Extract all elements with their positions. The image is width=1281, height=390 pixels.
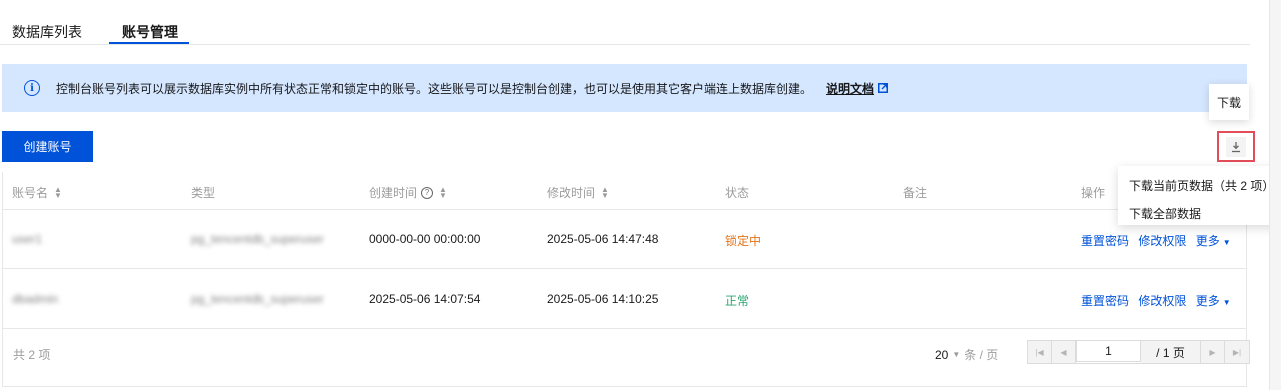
column-header-remark: 备注 [903,186,928,200]
tab-bar: 数据库列表 账号管理 [0,0,1250,45]
reset-password-link[interactable]: 重置密码 [1081,294,1129,308]
total-pages: / 1 页 [1141,341,1201,363]
column-header-status: 状态 [725,186,750,200]
scrollbar[interactable] [1269,0,1281,390]
info-icon: i [24,80,40,96]
download-menu: 下载当前页数据（共 2 项） 下载全部数据 [1118,166,1281,225]
modify-permission-link[interactable]: 修改权限 [1138,294,1186,308]
download-tooltip: 下载 [1209,84,1249,120]
tab-database-list[interactable]: 数据库列表 [12,22,82,42]
account-type: pg_tencentdb_superuser [191,292,324,306]
sort-icon[interactable]: ▲ ▼ [601,185,609,199]
status-badge: 正常 [725,294,750,308]
table-row: dbadmin pg_tencentdb_superuser 2025-05-0… [3,270,1246,329]
external-link-icon[interactable] [878,83,889,93]
modify-permission-link[interactable]: 修改权限 [1138,234,1186,248]
download-current-page-item[interactable]: 下载当前页数据（共 2 项） [1118,172,1281,200]
column-header-created[interactable]: 创建时间 ? ▲ ▼ [369,184,447,201]
column-header-ops: 操作 [1081,186,1106,200]
account-name: dbadmin [12,292,59,306]
pagination: |◀ ◀ / 1 页 ▶ ▶| [1027,340,1250,364]
account-table: 账号名 ▲ ▼ 类型 创建时间 ? ▲ ▼ 修改时间 ▲ ▼ 状态 备注 操作 use… [2,172,1250,387]
sort-icon[interactable]: ▲ ▼ [439,185,447,199]
page-size-select[interactable]: 20 ▼ 条 / 页 [935,346,998,363]
last-page-button[interactable]: ▶| [1225,341,1249,363]
first-page-button[interactable]: |◀ [1028,341,1052,363]
account-type: pg_tencentdb_superuser [191,232,324,246]
total-count: 共 2 项 [13,348,51,362]
table-footer: 共 2 项 20 ▼ 条 / 页 |◀ ◀ / 1 页 ▶ ▶| [3,330,1250,386]
page-number-input[interactable] [1076,340,1141,362]
row-actions: 重置密码 修改权限 更多 ▼ [1081,232,1231,249]
download-all-item[interactable]: 下载全部数据 [1118,200,1281,228]
notice-text: 控制台账号列表可以展示数据库实例中所有状态正常和锁定中的账号。这些账号可以是控制… [56,81,813,96]
column-header-modified[interactable]: 修改时间 ▲ ▼ [547,184,609,201]
docs-link[interactable]: 说明文档 [826,80,874,97]
created-time: 0000-00-00 00:00:00 [369,232,481,246]
active-tab-indicator [109,42,189,44]
create-account-button[interactable]: 创建账号 [2,131,93,162]
reset-password-link[interactable]: 重置密码 [1081,234,1129,248]
prev-page-button[interactable]: ◀ [1052,341,1076,363]
more-actions-link[interactable]: 更多 ▼ [1196,294,1231,308]
caret-down-icon: ▼ [952,350,961,359]
modified-time: 2025-05-06 14:47:48 [547,232,659,246]
more-actions-link[interactable]: 更多 ▼ [1196,234,1231,248]
row-actions: 重置密码 修改权限 更多 ▼ [1081,292,1231,309]
download-icon [1232,141,1240,152]
download-button[interactable] [1217,131,1255,162]
column-header-type: 类型 [191,186,216,200]
table-row: user1 pg_tencentdb_superuser 0000-00-00 … [3,210,1246,269]
created-time: 2025-05-06 14:07:54 [369,292,481,306]
next-page-button[interactable]: ▶ [1201,341,1225,363]
column-header-name[interactable]: 账号名 ▲ ▼ [12,184,62,201]
caret-down-icon: ▼ [1222,238,1231,247]
help-icon[interactable]: ? [421,186,434,199]
caret-down-icon: ▼ [1222,298,1231,307]
account-name: user1 [12,232,43,246]
status-badge: 锁定中 [725,234,762,248]
tab-account-management[interactable]: 账号管理 [122,22,178,42]
info-notice: i 控制台账号列表可以展示数据库实例中所有状态正常和锁定中的账号。这些账号可以是… [2,64,1247,112]
sort-icon[interactable]: ▲ ▼ [54,185,62,199]
table-header: 账号名 ▲ ▼ 类型 创建时间 ? ▲ ▼ 修改时间 ▲ ▼ 状态 备注 操作 [3,172,1246,210]
modified-time: 2025-05-06 14:10:25 [547,292,659,306]
